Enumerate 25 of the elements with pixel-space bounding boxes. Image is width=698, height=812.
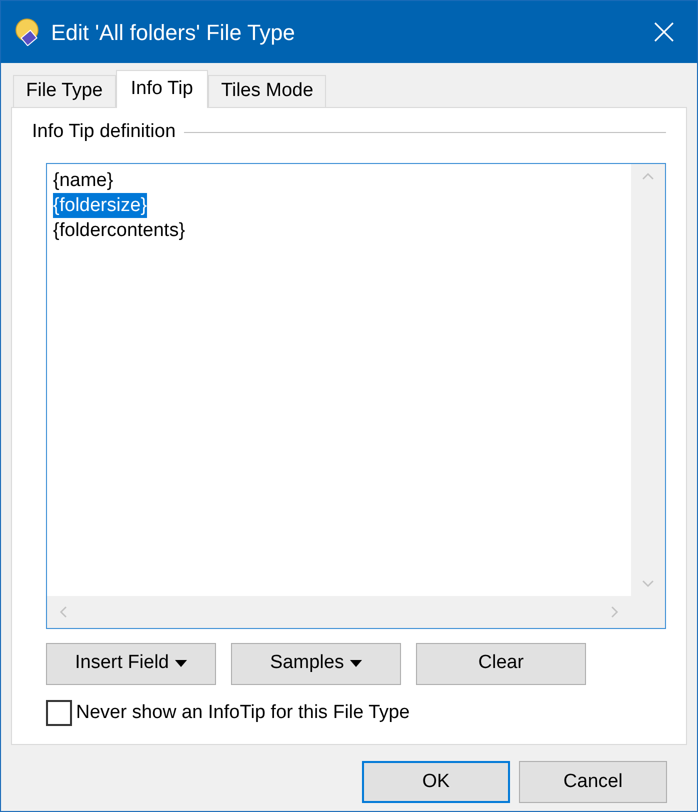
tab[interactable]: Info Tip — [116, 70, 208, 108]
horizontal-scrollbar[interactable] — [47, 596, 665, 628]
caret-icon — [174, 660, 187, 667]
group-title: Info Tip definition — [32, 120, 176, 144]
text-line: {foldercontents} — [53, 218, 186, 242]
dialog-button[interactable]: OK — [362, 761, 510, 803]
vertical-scrollbar[interactable] — [631, 164, 665, 596]
action-button[interactable]: Samples — [231, 642, 401, 684]
tab[interactable]: Tiles Mode — [208, 75, 326, 107]
tab[interactable]: File Type — [13, 75, 116, 107]
text-area[interactable]: {name} {foldersize} {foldercontents} — [46, 162, 666, 628]
checkbox-label[interactable]: Never show an InfoTip for this File Type — [76, 698, 410, 727]
window-title: Edit 'All folders' File Type — [51, 18, 295, 47]
action-button[interactable]: Insert Field — [46, 642, 216, 684]
caret-icon — [350, 660, 362, 667]
scroll-right-icon[interactable] — [611, 606, 619, 618]
text-line: {name} — [53, 168, 114, 192]
dialog-button[interactable]: Cancel — [519, 761, 667, 803]
checkbox[interactable] — [46, 700, 72, 726]
scroll-up-icon[interactable] — [642, 172, 654, 180]
scroll-left-icon[interactable] — [59, 606, 67, 618]
action-button[interactable]: Clear — [416, 642, 586, 684]
folder-icon — [13, 18, 41, 46]
close-icon[interactable] — [653, 21, 675, 43]
scroll-down-icon[interactable] — [642, 580, 654, 588]
